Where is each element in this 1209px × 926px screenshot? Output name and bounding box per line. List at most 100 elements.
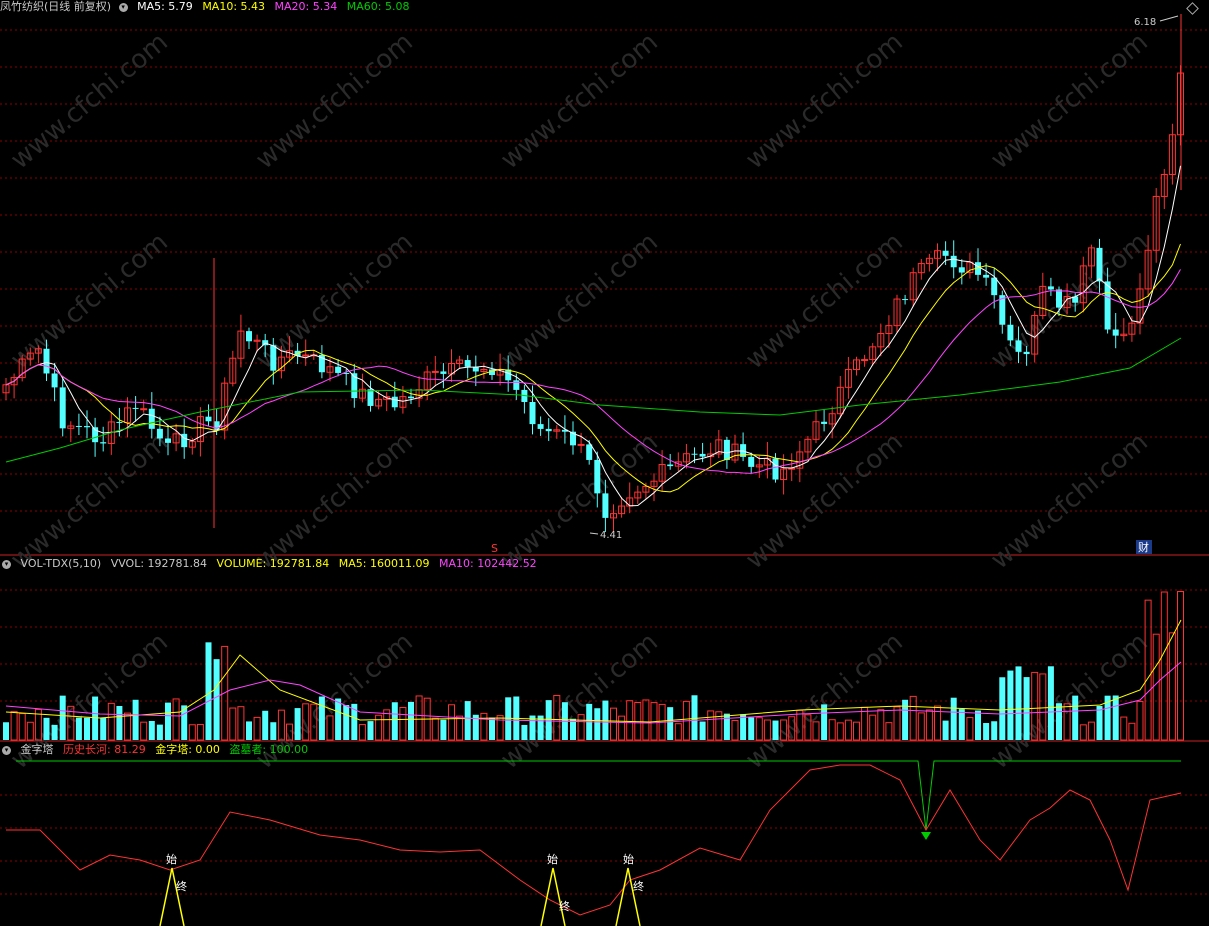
signal-s-marker: S (491, 542, 498, 555)
watermark-text: www.cfchi.com (985, 27, 1154, 175)
volume-bar-down (942, 720, 949, 740)
candle-body-down (723, 439, 730, 461)
volume-bar-down (667, 707, 674, 740)
candle-body-down (667, 464, 674, 467)
volume-bar-down (1056, 703, 1062, 740)
volume-bar-down (440, 719, 447, 740)
volume-bar-down (165, 702, 171, 740)
candle-body-down (1056, 289, 1062, 308)
volume-bar-down (270, 722, 277, 740)
candle-body-down (335, 366, 342, 373)
watermark-text: www.cfchi.com (5, 427, 174, 575)
thief-value: 盗墓者: 100.00 (229, 743, 309, 756)
volume-value: VOLUME: 192781.84 (216, 557, 330, 570)
volume-bar-up (196, 723, 204, 741)
candle-body-up (140, 408, 148, 411)
volume-bar-up (1160, 591, 1168, 741)
volume-bar-down (1096, 705, 1103, 740)
volume-bar-up (415, 695, 423, 741)
candle-body-down (950, 255, 957, 268)
candle-body-down (529, 401, 536, 425)
volume-bar-up (1079, 724, 1087, 741)
vol-ma5-value: MA5: 160011.09 (338, 557, 430, 570)
volume-bar-up (10, 711, 18, 741)
collapse-icon[interactable]: ▾ (118, 2, 128, 12)
candle-body-down (367, 389, 374, 406)
volume-bar-up (1128, 722, 1136, 741)
volume-bar-down (318, 696, 325, 740)
candle-body-up (431, 370, 439, 373)
signal-start-label: 始 (166, 852, 177, 866)
volume-bar-up (869, 714, 877, 741)
volume-bar-up (456, 715, 464, 741)
watermark-text: www.cfchi.com (740, 27, 909, 175)
signal-start-label: 始 (547, 852, 558, 866)
volume-bar-down (343, 705, 350, 740)
signal-end-label: 终 (559, 899, 570, 913)
volume-bar-down (51, 724, 58, 740)
volume-bar-up (674, 723, 682, 741)
volume-bar-down (148, 720, 155, 740)
collapse-icon[interactable]: ▾ (2, 559, 11, 569)
volume-bar-up (480, 712, 488, 741)
candle-body-down (75, 425, 82, 427)
volume-bar-down (464, 701, 471, 740)
candle-body-down (1104, 281, 1111, 330)
volume-bar-up (172, 698, 180, 741)
candle-body-down (1112, 329, 1119, 336)
volume-bar-down (489, 717, 495, 740)
pyramid-peak (615, 867, 641, 926)
candle-body-down (586, 444, 593, 460)
volume-bar-up (431, 717, 439, 741)
volume-bar-down (335, 698, 342, 740)
volume-bar-up (893, 706, 901, 741)
volume-bar-down (294, 708, 301, 740)
candle-body-down (821, 421, 828, 424)
high-price-label: 6.18 (1134, 17, 1156, 28)
volume-bar-down (132, 699, 139, 740)
volume-panel-header: ▾ VOL-TDX(5,10) VVOL: 192781.84 VOLUME: … (0, 557, 543, 571)
volume-bar-up (731, 720, 739, 741)
candle-body-down (545, 428, 552, 432)
volume-bar-down (205, 642, 212, 740)
volume-bar-up (618, 715, 626, 741)
candle-body-down (84, 426, 90, 428)
main-panel-header: 凤竹纺织(日线 前复权) ▾ MA5: 5.79 MA10: 5.43 MA20… (0, 0, 415, 14)
watermark-text: www.cfchi.com (495, 427, 664, 575)
volume-bar-up (844, 719, 852, 741)
watermark-text: www.cfchi.com (740, 227, 909, 375)
ma10-value: MA10: 5.43 (202, 0, 266, 13)
candle-body-up (577, 443, 585, 446)
history-value: 历史长河: 81.29 (63, 743, 146, 756)
down-arrow-icon (921, 832, 931, 840)
volume-bar-down (521, 724, 528, 740)
volume-bar-up (1144, 599, 1152, 741)
volume-bar-down (691, 695, 698, 740)
candle-body-down (942, 250, 949, 256)
volume-bar-down (950, 697, 957, 740)
volume-bar-down (772, 720, 779, 740)
volume-bar-up (1136, 700, 1144, 741)
signal-start-label: 始 (623, 852, 634, 866)
volume-bar-up (375, 714, 383, 741)
watermark-text: www.cfchi.com (495, 227, 664, 375)
volume-bar-up (124, 712, 131, 741)
volume-bar-up (925, 709, 933, 741)
candle-body-down (602, 493, 609, 518)
candle-body-down (440, 371, 447, 374)
low-price-pointer (589, 532, 599, 535)
ma20-value: MA20: 5.34 (274, 0, 338, 13)
volume-bar-down (699, 721, 706, 740)
candle-body-down (748, 456, 755, 467)
collapse-icon[interactable]: ▾ (2, 745, 11, 755)
volume-bar-down (740, 714, 747, 740)
candle-body-down (100, 442, 107, 444)
volume-bar-down (391, 702, 398, 740)
watermark-text: www.cfchi.com (250, 27, 419, 175)
volume-bar-down (1072, 695, 1079, 740)
volume-bar-up (853, 721, 860, 741)
indicator-title: 金字塔 (20, 743, 54, 756)
volume-bar-up (1120, 716, 1128, 741)
kline-chart-canvas[interactable]: www.cfchi.com www.cfchi.com www.cfchi.com w… (0, 0, 1209, 926)
candle-body-down (691, 453, 698, 455)
